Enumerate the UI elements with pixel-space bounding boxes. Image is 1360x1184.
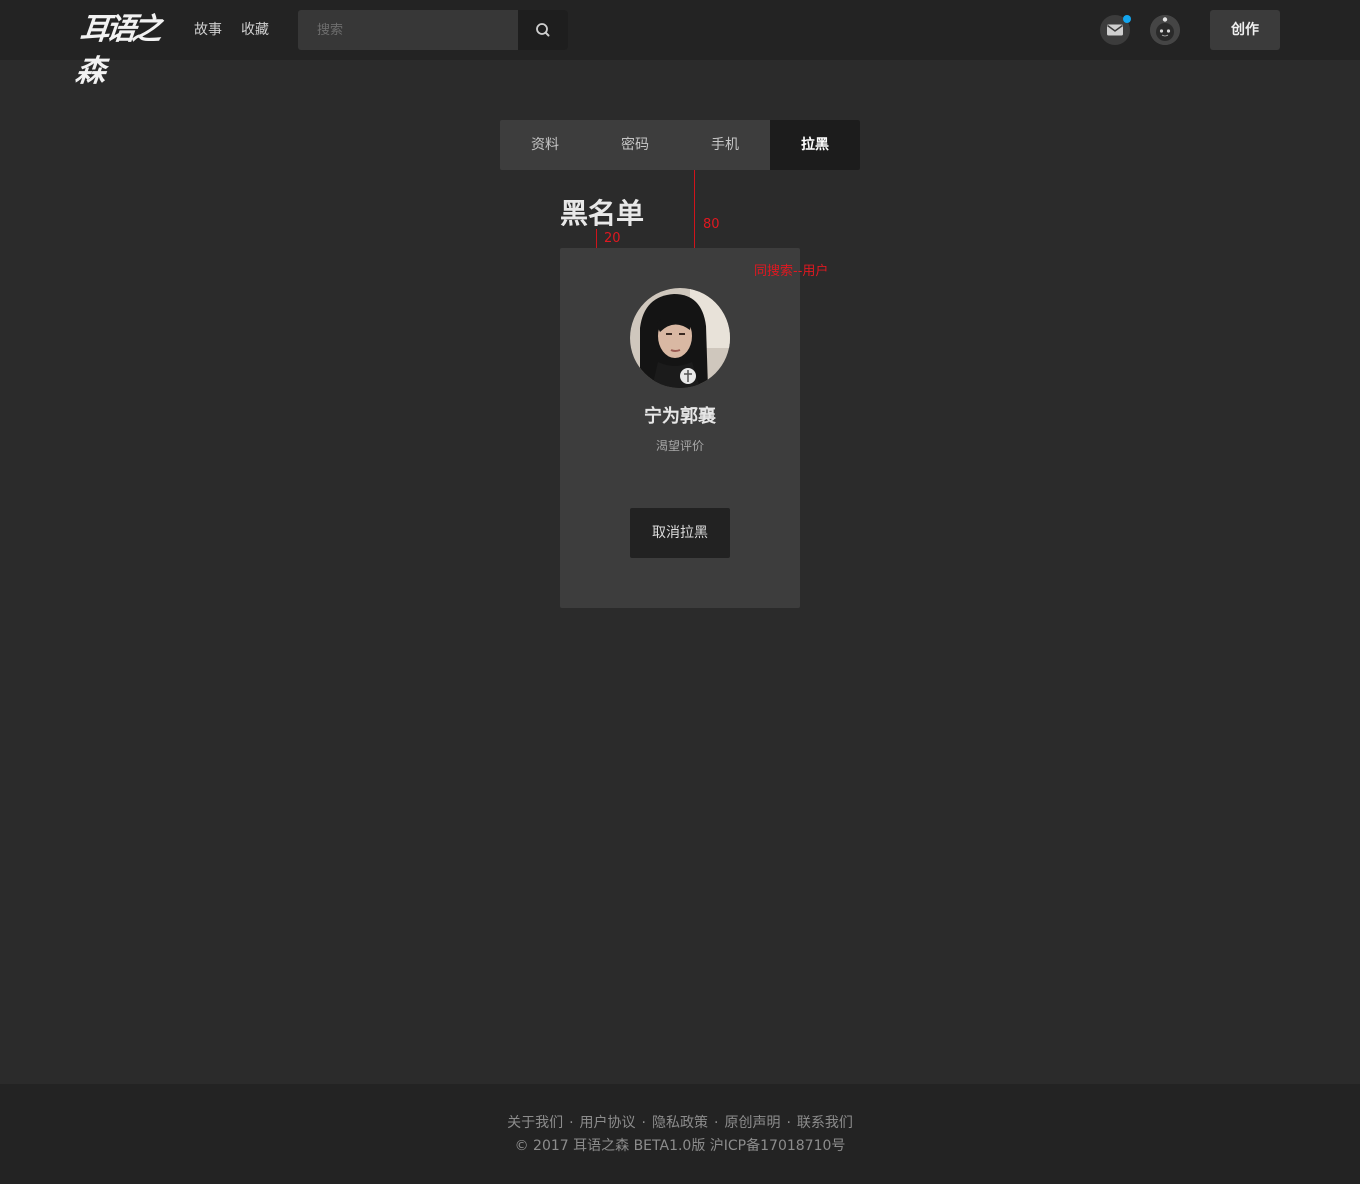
footer-link-originality[interactable]: 原创声明	[724, 1115, 780, 1131]
search-input[interactable]	[298, 10, 518, 50]
blocked-user-bio: 渴望评价	[655, 439, 704, 453]
footer-link-about[interactable]: 关于我们	[507, 1115, 563, 1131]
tab-blacklist[interactable]: 拉黑	[770, 120, 860, 170]
notification-dot	[1123, 15, 1131, 23]
spacing-marker-title	[596, 229, 597, 248]
page-title: 黑名单	[560, 197, 645, 230]
tab-password[interactable]: 密码	[590, 120, 680, 170]
spacing-label-20: 20	[604, 231, 621, 246]
footer-link-terms[interactable]: 用户协议	[580, 1115, 636, 1131]
nav-stories[interactable]: 故事	[194, 20, 222, 40]
design-note: 同搜索--用户	[754, 264, 829, 279]
spacing-marker-tabs	[694, 170, 695, 248]
search-box	[298, 10, 568, 50]
user-avatar-icon	[1150, 15, 1180, 45]
spacing-label-80: 80	[703, 217, 720, 232]
blocked-user-avatar[interactable]	[630, 288, 730, 388]
unblock-button[interactable]: 取消拉黑	[630, 508, 730, 558]
site-logo[interactable]: 耳语之森	[74, 9, 168, 89]
messages-button[interactable]	[1100, 15, 1131, 45]
search-icon	[536, 23, 550, 37]
tab-profile[interactable]: 资料	[500, 120, 590, 170]
footer-copyright: © 2017 耳语之森 BETA1.0版 沪ICP备17018710号	[514, 1138, 846, 1154]
search-button[interactable]	[518, 10, 568, 50]
footer-link-privacy[interactable]: 隐私政策	[652, 1115, 708, 1131]
footer-separator: ·	[641, 1115, 646, 1131]
footer-separator: ·	[714, 1115, 719, 1131]
user-avatar-button[interactable]	[1150, 15, 1180, 45]
tab-phone[interactable]: 手机	[680, 120, 770, 170]
site-footer: 关于我们 · 用户协议 · 隐私政策 · 原创声明 · 联系我们 © 2017 耳语之森 BET…	[0, 1084, 1360, 1184]
footer-link-contact[interactable]: 联系我们	[797, 1115, 853, 1131]
footer-links: 关于我们 · 用户协议 · 隐私政策 · 原创声明 · 联系我们	[0, 1113, 1360, 1133]
footer-separator: ·	[569, 1115, 574, 1131]
blocked-user-card: 宁为郭襄 渴望评价 取消拉黑	[560, 248, 800, 608]
nav-favorites[interactable]: 收藏	[241, 20, 269, 40]
top-header: 耳语之森 故事 收藏 创作	[0, 0, 1360, 89]
user-photo-icon	[630, 288, 730, 388]
create-button[interactable]: 创作	[1210, 10, 1280, 50]
footer-separator: ·	[786, 1115, 791, 1131]
settings-tabs: 资料 密码 手机 拉黑	[500, 120, 860, 170]
blocked-user-name[interactable]: 宁为郭襄	[560, 404, 800, 430]
